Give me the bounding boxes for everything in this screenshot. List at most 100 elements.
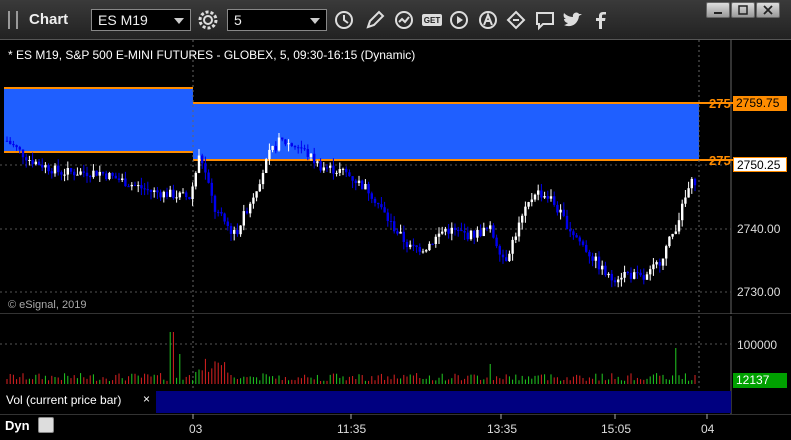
candle-body [383, 207, 386, 213]
chevron-down-icon [310, 18, 320, 24]
chevron-down-icon [174, 18, 184, 24]
candle-body [210, 182, 213, 196]
candle-body [108, 172, 111, 180]
candle-body [668, 236, 671, 247]
close-icon[interactable] [756, 2, 780, 18]
candle-body [156, 190, 159, 193]
candle-body [207, 172, 210, 183]
candle-body [684, 197, 687, 204]
clock-icon[interactable] [332, 8, 356, 32]
interval-select[interactable]: 5 [227, 9, 327, 31]
link-icon[interactable] [504, 8, 528, 32]
candle-body [562, 209, 565, 216]
candle-body [521, 215, 524, 223]
volume-pane[interactable]: Vol (current price bar) × 100000 12137 [0, 316, 791, 414]
volume-legend-bar [156, 391, 731, 413]
candle-body [524, 206, 527, 216]
symbol-select[interactable]: ES M19 [91, 9, 191, 31]
candle-body [633, 272, 636, 279]
candle-body [489, 225, 492, 229]
candle-body [341, 168, 345, 170]
candle-body [31, 160, 34, 165]
pencil-icon[interactable] [363, 8, 387, 32]
candle-body [133, 184, 137, 186]
upper-level-label: 275 [709, 96, 731, 111]
candle-body [63, 174, 66, 176]
candle-body [233, 230, 236, 234]
candle-body [338, 169, 341, 173]
candle-body [57, 165, 60, 173]
get-icon[interactable]: GET [420, 8, 444, 32]
candle-body [517, 222, 521, 237]
candle-body [15, 145, 18, 148]
candle-body [345, 168, 348, 173]
volume-bars-group [6, 332, 696, 384]
candle-body [543, 196, 546, 198]
candle-body [12, 144, 15, 146]
time-label: 15:05 [601, 422, 632, 436]
candle-body [585, 244, 588, 252]
candle-body [425, 250, 428, 252]
grip-handle[interactable] [8, 11, 18, 29]
candle-body [565, 215, 569, 230]
candle-body [105, 173, 108, 180]
candle-body [607, 273, 610, 276]
candle-body [681, 203, 684, 221]
interval-value: 5 [234, 12, 242, 28]
candle-body [348, 172, 351, 177]
price-axis-label: 2740.00 [737, 222, 781, 236]
candle-body [421, 251, 425, 253]
candle-body [498, 246, 501, 255]
volume-axis-label: 100000 [737, 338, 778, 352]
minimize-icon[interactable] [706, 2, 730, 18]
candle-body [613, 280, 617, 283]
lock-icon[interactable] [38, 417, 54, 433]
candle-body [351, 176, 354, 181]
candle-body [18, 147, 21, 150]
candle-body [665, 246, 668, 259]
candle-body [572, 231, 575, 236]
symbol-value: ES M19 [98, 12, 148, 28]
candle-body [533, 194, 537, 200]
candle-body [463, 231, 466, 233]
candle-body [505, 257, 508, 262]
candle-body [165, 191, 169, 197]
candle-body [92, 170, 95, 178]
alert-icon[interactable] [476, 8, 500, 32]
candle-body [53, 165, 57, 174]
candle-body [447, 228, 450, 234]
study-icon[interactable] [392, 8, 416, 32]
candle-body [293, 146, 297, 148]
facebook-icon[interactable] [589, 8, 613, 32]
candle-body [453, 227, 457, 230]
twitter-icon[interactable] [561, 8, 585, 32]
candle-body [396, 231, 399, 234]
price-chart-pane[interactable]: * ES M19, S&P 500 E-MINI FUTURES - GLOBE… [0, 40, 791, 314]
candle-body [594, 256, 597, 261]
candle-body [175, 197, 178, 199]
candle-body [277, 137, 281, 151]
candle-body [274, 145, 277, 151]
settings-icon[interactable] [196, 8, 220, 32]
candle-body [373, 198, 377, 203]
candle-body [204, 163, 207, 173]
candle-body [159, 192, 162, 198]
candle-body [114, 175, 117, 179]
play-icon[interactable] [447, 8, 471, 32]
window-title: Chart [29, 11, 69, 28]
candle-body [41, 164, 44, 168]
candle-body [271, 145, 274, 150]
candle-body [559, 209, 562, 213]
candle-body [569, 229, 572, 232]
candle-body [325, 167, 329, 169]
candle-body [185, 192, 188, 198]
candle-body [556, 204, 559, 213]
close-study-icon[interactable]: × [143, 392, 150, 406]
maximize-icon[interactable] [731, 2, 755, 18]
candle-body [476, 229, 479, 238]
price-chart-canvas[interactable] [0, 40, 791, 314]
candle-body [575, 235, 578, 238]
candle-body [121, 178, 124, 180]
chat-icon[interactable] [533, 8, 557, 32]
candle-body [649, 269, 652, 275]
